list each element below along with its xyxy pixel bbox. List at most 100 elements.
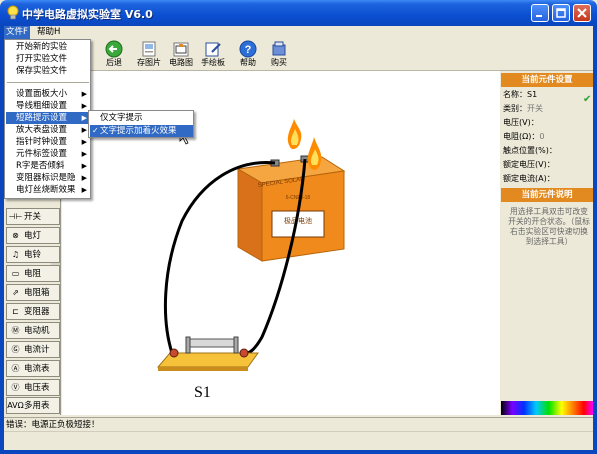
submenu-arrow-icon: ▶	[81, 126, 87, 134]
menu-item-label: 电灯丝烧断效果	[16, 185, 76, 195]
menu-item-r-italic[interactable]: R字是否倾斜 ▶	[6, 160, 90, 172]
component-galvanometer[interactable]: Ⓖ 电流计	[6, 341, 60, 358]
menu-item-label: 放大表盘设置	[16, 125, 68, 135]
help-button[interactable]: ? 帮助	[232, 40, 264, 70]
component-switch[interactable]: ⊣⊢ 开关	[6, 208, 60, 225]
menu-item-label: 文字提示加着火效果	[100, 126, 177, 136]
color-palette[interactable]	[501, 401, 593, 415]
component-label: 变阻器	[24, 307, 50, 317]
component-resistor-box[interactable]: ⇗ 电阻箱	[6, 284, 60, 301]
menu-item-open-file[interactable]: 打开实验文件	[6, 53, 90, 65]
window-border-right	[593, 26, 597, 454]
menu-item-label: 短路提示设置	[16, 113, 68, 123]
rheostat-icon: ⊏	[12, 307, 19, 316]
component-voltmeter[interactable]: Ⓥ 电压表	[6, 379, 60, 396]
title-bar[interactable]: 中学电路虚拟实验室 V6.0	[0, 0, 597, 26]
component-multimeter[interactable]: AVΩ多用表	[6, 397, 60, 414]
drawing-board-label: 手绘板	[201, 58, 225, 67]
menu-item-label: 开始新的实验	[16, 42, 68, 52]
menu-item-save-file[interactable]: 保存实验文件	[6, 65, 90, 77]
submenu-arrow-icon: ▶	[81, 138, 87, 146]
status-message: 错误：电源正负极短接！	[6, 420, 100, 430]
window-border-bottom	[0, 450, 597, 454]
prop-resistance: 电阻(Ω)：0	[503, 132, 544, 142]
prop-category: 类别：开关	[503, 104, 543, 114]
prop-value[interactable]: S1	[527, 90, 537, 99]
multimeter-icon: AVΩ	[7, 401, 24, 410]
galvanometer-icon: Ⓖ	[11, 345, 20, 354]
component-resistor[interactable]: ▭ 电阻	[6, 265, 60, 282]
submenu-arrow-icon: ▶	[81, 90, 87, 98]
component-motor[interactable]: Ⓜ 电动机	[6, 322, 60, 339]
ammeter-icon: Ⓐ	[11, 364, 20, 373]
prop-name: 名称：S1	[503, 90, 537, 100]
menu-item-panel-size[interactable]: 设置面板大小 ▶	[6, 88, 90, 100]
status-bar: 错误：电源正负极短接！	[4, 417, 593, 431]
prop-value: 开关	[527, 104, 543, 113]
component-label: 电阻	[24, 269, 42, 279]
menu-item-wire-thickness[interactable]: 导线粗细设置 ▶	[6, 100, 90, 112]
submenu-arrow-icon: ▶	[81, 162, 87, 170]
back-button-label: 后退	[106, 58, 122, 67]
switch-label: S1	[194, 384, 211, 401]
menu-item-label: R字是否倾斜	[16, 161, 65, 171]
maximize-button[interactable]	[552, 4, 570, 22]
prop-label: 类别：	[503, 104, 527, 113]
submenu-arrow-icon: ▶	[81, 102, 87, 110]
save-image-button[interactable]: 存图片	[133, 40, 165, 70]
menu-item-new-experiment[interactable]: 开始新的实验	[6, 41, 90, 53]
toolbar: 后退 存图片 电路图 手绘板 ? 帮助 购买	[4, 39, 593, 71]
component-bell[interactable]: ♫ 电铃	[6, 246, 60, 263]
back-button[interactable]: 后退	[98, 40, 130, 70]
menu-item-label: 设置面板大小	[16, 89, 68, 99]
menu-file[interactable]: 文件F	[4, 26, 30, 39]
component-ammeter[interactable]: Ⓐ 电流表	[6, 360, 60, 377]
circuit-diagram-button[interactable]: 电路图	[165, 40, 197, 70]
menu-item-component-label[interactable]: 元件标签设置 ▶	[6, 148, 90, 160]
drawing-board-button[interactable]: 手绘板	[197, 40, 229, 70]
menu-separator	[7, 82, 89, 83]
submenu-arrow-icon: ▶	[81, 186, 87, 194]
menu-item-dial-zoom[interactable]: 放大表盘设置 ▶	[6, 124, 90, 136]
menu-item-label: 导线粗细设置	[16, 101, 68, 111]
submenu-item-text-with-fire[interactable]: ✓ 文字提示加着火效果	[90, 125, 193, 137]
save-image-label: 存图片	[137, 58, 161, 67]
component-label: 电阻箱	[24, 288, 50, 298]
menu-item-rheostat-marker[interactable]: 变阻器标识是隐 ▶	[6, 172, 90, 184]
purchase-icon	[272, 41, 286, 56]
close-icon	[577, 8, 587, 18]
window-title: 中学电路虚拟实验室 V6.0	[22, 8, 153, 21]
menu-item-label: 指针时钟设置	[16, 137, 68, 147]
help-label: 帮助	[240, 58, 256, 67]
menu-help[interactable]: 帮助H	[35, 26, 62, 39]
submenu-arrow-icon: ▶	[81, 174, 87, 182]
submenu-arrow-icon: ▶	[81, 150, 87, 158]
component-label: 电动机	[24, 326, 50, 336]
prop-value[interactable]: 0	[539, 132, 544, 141]
menu-item-label: 打开实验文件	[16, 54, 68, 64]
circuit-diagram-label: 电路图	[169, 58, 193, 67]
svg-text:?: ?	[245, 44, 252, 56]
menu-item-label: 仅文字提示	[100, 113, 143, 123]
drawing-board-icon	[205, 42, 221, 57]
minimize-button[interactable]	[531, 4, 549, 22]
menu-item-short-circuit-hint[interactable]: 短路提示设置 ▶	[6, 112, 90, 124]
switch-icon: ⊣⊢	[8, 212, 23, 221]
component-label: 电压表	[24, 383, 50, 393]
save-image-icon	[142, 41, 156, 57]
prop-voltage: 电压(V)：	[503, 118, 539, 128]
menu-item-clock[interactable]: 指针时钟设置 ▶	[6, 136, 90, 148]
component-lamp[interactable]: ⊗ 电灯	[6, 227, 60, 244]
close-button[interactable]	[573, 4, 591, 22]
properties-panel: 当前元件设置 名称：S1 ✔ 类别：开关 电压(V)： 电阻(Ω)：0 触点位置…	[501, 71, 593, 415]
component-description: 用选择工具双击可改变开关的开合状态。（鼠标右击实验区可快速切换到选择工具）	[508, 207, 590, 246]
purchase-label: 购买	[271, 58, 287, 67]
purchase-button[interactable]: 购买	[263, 40, 295, 70]
menu-item-filament-burn[interactable]: 电灯丝烧断效果 ▶	[6, 184, 90, 196]
component-rheostat[interactable]: ⊏ 变阻器	[6, 303, 60, 320]
file-menu: 开始新的实验 打开实验文件 保存实验文件 设置面板大小 ▶ 导线粗细设置 ▶ 短路提…	[4, 39, 91, 199]
switch-s1[interactable]: S1	[156, 336, 259, 401]
maximize-icon	[556, 8, 566, 18]
current-component-header: 当前元件设置	[501, 73, 593, 87]
submenu-item-text-only[interactable]: 仅文字提示	[90, 112, 193, 124]
